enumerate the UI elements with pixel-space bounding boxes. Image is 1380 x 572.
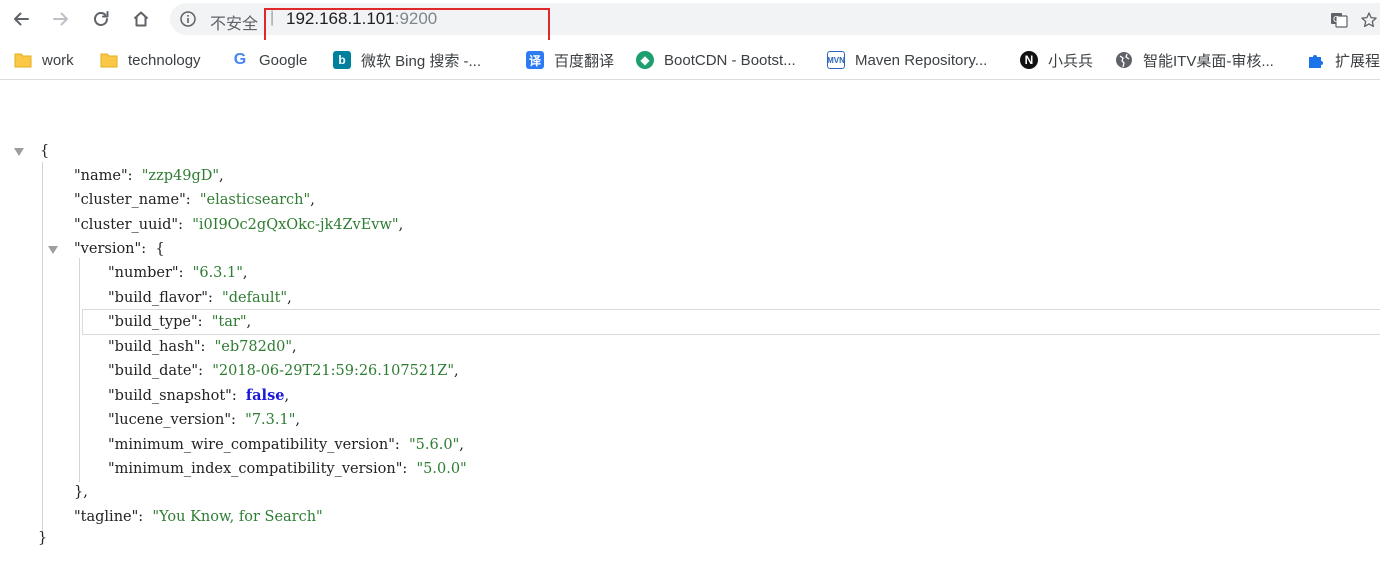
json-key: "minimum_wire_compatibility_version" [108,437,395,453]
json-line-number: "number": "6.3.1", [108,265,248,281]
json-string: "zzp49gD" [141,168,220,184]
json-key: "number" [108,265,179,281]
home-button[interactable] [126,4,156,34]
json-line-name: "name": "zzp49gD", [74,168,224,184]
json-string: "elasticsearch" [199,192,311,208]
bookmark-bootcdn[interactable]: ◆ BootCDN - Bootst... [636,49,796,71]
json-key: "name" [74,168,128,184]
bookmark-baidu-translate[interactable]: 译 百度翻译 [526,49,614,71]
bookmark-label: 智能ITV桌面-审核... [1143,52,1274,70]
extension-puzzle-icon [1307,51,1325,69]
json-key: "build_type" [108,314,198,330]
json-key: "build_flavor" [108,290,208,306]
indent-guide [79,258,80,482]
json-line-lucene-version: "lucene_version": "7.3.1", [108,412,300,428]
security-label[interactable]: 不安全 [210,10,258,34]
home-icon [131,9,151,29]
bookmark-technology[interactable]: technology [100,49,201,71]
json-string: "default" [222,290,288,306]
root-close-brace: } [38,530,48,546]
json-key: "tagline" [74,509,139,525]
indent-guide [42,162,43,535]
json-line-build-snapshot: "build_snapshot": false, [108,387,290,404]
version-open-brace: { [155,241,165,257]
json-line-min-wire: "minimum_wire_compatibility_version": "5… [108,437,464,453]
notion-icon: N [1020,51,1038,69]
json-line-build-date: "build_date": "2018-06-29T21:59:26.10752… [108,363,459,379]
browser-toolbar: 不安全 | 192.168.1.101:9200 G [0,0,1380,48]
json-key: "cluster_name" [74,192,186,208]
json-line-cluster-name: "cluster_name": "elasticsearch", [74,192,315,208]
bookmark-label: 扩展程 [1335,52,1380,70]
json-viewer: { "name": "zzp49gD", "cluster_name": "el… [0,82,1380,572]
json-line-version: "version": { [74,241,165,257]
bookmark-label: 小兵兵 [1048,52,1094,70]
reload-button[interactable] [86,4,116,34]
root-open-brace: { [40,143,50,159]
bookmark-maven[interactable]: MVN Maven Repository... [827,49,987,71]
bing-icon: b [333,51,351,69]
bookmark-label: work [42,51,74,69]
json-string: "tar" [211,314,247,330]
bookmarks-bar: work technology G Google b 微软 Bing 搜索 -.… [0,40,1380,80]
back-arrow-icon [11,9,31,29]
bookmark-xiaobingbing[interactable]: N 小兵兵 [1020,49,1093,71]
version-close-brace: }, [74,484,88,500]
collapse-version-caret-icon[interactable] [48,246,58,254]
json-string: "6.3.1" [192,265,243,281]
bookmark-label: Maven Repository... [855,51,988,69]
hovered-line-highlight [82,309,1380,335]
json-key: "lucene_version" [108,412,232,428]
json-string: "7.3.1" [245,412,296,428]
forward-arrow-icon [51,9,71,29]
collapse-root-caret-icon[interactable] [14,148,24,156]
info-icon[interactable] [180,11,196,27]
json-line-build-flavor: "build_flavor": "default", [108,290,292,306]
bookmark-extensions[interactable]: 扩展程 [1307,49,1380,71]
bootcdn-icon: ◆ [636,51,654,69]
bookmark-label: 微软 Bing 搜索 -... [361,52,482,70]
bookmark-work[interactable]: work [14,49,74,71]
baidu-translate-icon: 译 [526,51,544,69]
json-key: "version" [74,241,142,257]
json-key: "build_snapshot" [108,388,232,404]
json-string: "eb782d0" [214,339,293,355]
bookmark-label: BootCDN - Bootst... [664,51,796,69]
google-icon: G [233,51,247,68]
bookmark-label: Google [259,51,308,69]
json-string: "5.6.0" [409,437,460,453]
forward-button[interactable] [46,4,76,34]
bookmark-itv[interactable]: 智能ITV桌面-审核... [1115,49,1274,71]
folder-icon [14,51,32,69]
maven-icon: MVN [827,51,845,69]
bookmark-bing[interactable]: b 微软 Bing 搜索 -... [333,49,481,71]
json-line-cluster-uuid: "cluster_uuid": "i0I9Oc2gQxOkc-jk4ZvEvw"… [74,217,404,233]
json-string: "5.0.0" [416,461,467,477]
json-string: "You Know, for Search" [152,509,323,525]
json-line-build-hash: "build_hash": "eb782d0", [108,339,297,355]
json-line-min-index: "minimum_index_compatibility_version": "… [108,461,467,477]
translate-icon[interactable]: G [1330,11,1348,29]
bookmark-google[interactable]: G Google [231,49,308,71]
bookmark-star-icon[interactable] [1360,11,1378,29]
bookmark-label: 百度翻译 [554,52,615,70]
json-key: "cluster_uuid" [74,217,179,233]
json-line-tagline: "tagline": "You Know, for Search" [74,509,323,525]
json-key: "minimum_index_compatibility_version" [108,461,403,477]
bookmark-label: technology [128,51,201,69]
globe-icon [1115,51,1133,69]
json-key: "build_date" [108,363,199,379]
json-string: "i0I9Oc2gQxOkc-jk4ZvEvw" [192,217,399,233]
json-line-build-type: "build_type": "tar", [108,314,252,330]
reload-icon [91,9,111,29]
json-key: "build_hash" [108,339,201,355]
json-string: "2018-06-29T21:59:26.107521Z" [212,363,454,379]
back-button[interactable] [6,4,36,34]
json-boolean: false [245,387,285,404]
folder-icon [100,51,118,69]
svg-text:G: G [1333,15,1339,24]
